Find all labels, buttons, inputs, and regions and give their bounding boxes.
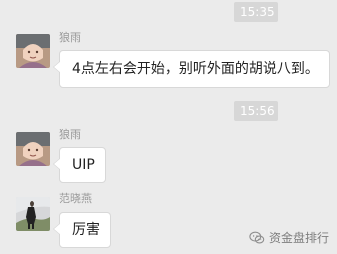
avatar[interactable] — [16, 132, 50, 166]
watermark: 资金盘排行 — [249, 230, 329, 246]
sender-name: 狼雨 — [59, 128, 81, 141]
sender-name: 范晓燕 — [59, 192, 92, 205]
avatar[interactable] — [16, 197, 50, 231]
wechat-icon — [249, 230, 265, 246]
watermark-text: 资金盘排行 — [268, 231, 329, 245]
timestamp-badge: 15:35 — [234, 2, 278, 22]
message-bubble[interactable]: 厉害 — [53, 212, 111, 248]
sender-name: 狼雨 — [59, 31, 81, 44]
avatar-image — [16, 197, 50, 231]
avatar-image — [16, 34, 50, 68]
message-bubble[interactable]: UIP — [53, 147, 106, 183]
chat-window: 15:35 狼雨 4点左右会开始，别听外面的胡说八到。 15:56 狼雨 UIP… — [0, 0, 337, 254]
avatar-image — [16, 132, 50, 166]
timestamp-badge: 15:56 — [234, 101, 278, 121]
message-bubble[interactable]: 4点左右会开始，别听外面的胡说八到。 — [53, 50, 330, 88]
avatar[interactable] — [16, 34, 50, 68]
